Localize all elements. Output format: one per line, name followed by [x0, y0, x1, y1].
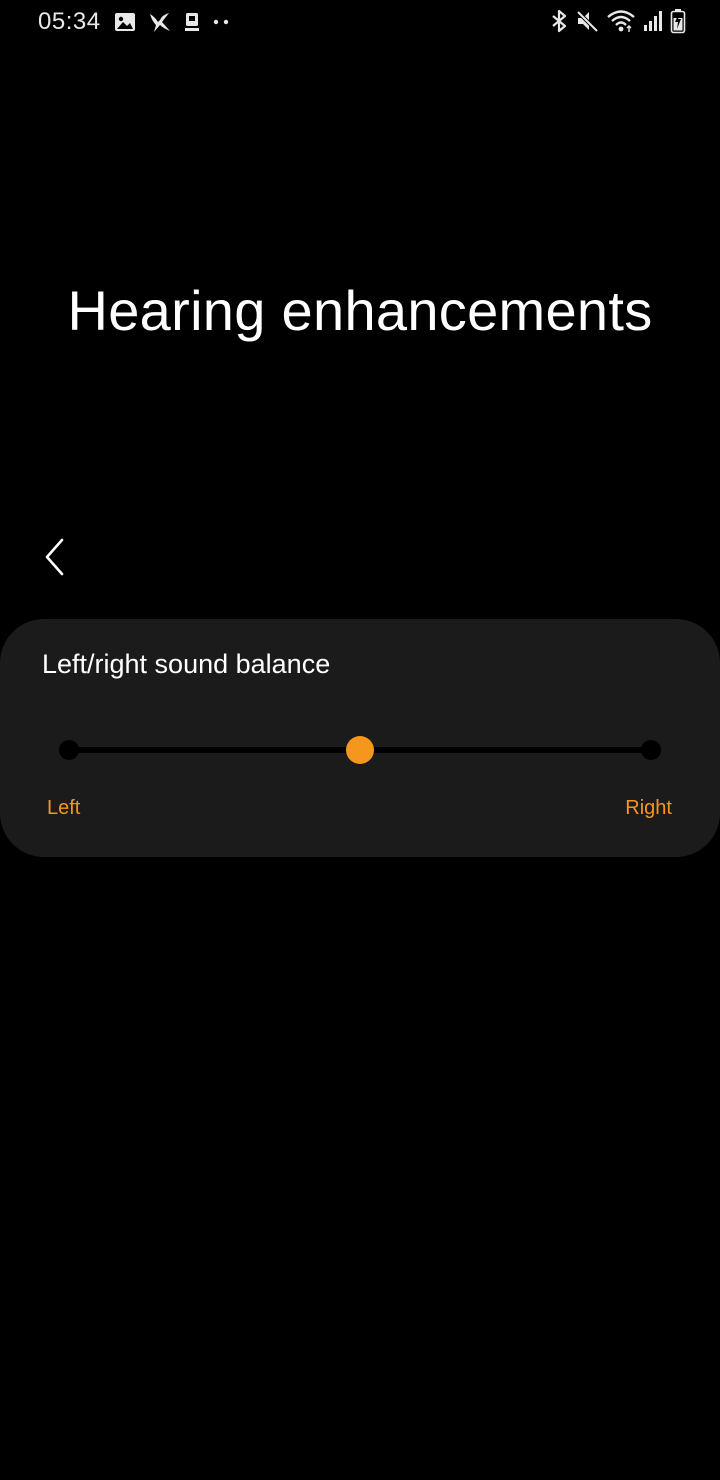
slider-left-end — [59, 740, 79, 760]
more-notifications-icon — [213, 19, 229, 25]
signal-icon — [644, 11, 662, 31]
sound-balance-card: Left/right sound balance Left Right — [0, 619, 720, 857]
back-chevron-icon — [45, 538, 64, 576]
system-icons — [550, 8, 686, 34]
bluetooth-icon — [552, 9, 567, 33]
status-time: 05:34 — [38, 8, 101, 35]
sound-balance-title: Left/right sound balance — [42, 649, 331, 679]
page-title: Hearing enhancements — [67, 279, 653, 342]
back-button[interactable] — [30, 532, 80, 582]
left-label: Left — [47, 797, 81, 819]
status-bar: 05:34 — [0, 0, 720, 44]
battery-icon — [670, 9, 686, 34]
slider-right-end — [641, 740, 661, 760]
balance-slider-thumb[interactable] — [346, 736, 374, 764]
sim-card-icon — [185, 13, 199, 31]
notification-icons — [114, 10, 230, 34]
wifi-icon — [607, 10, 635, 32]
right-label: Right — [625, 797, 672, 819]
mute-icon — [576, 10, 599, 33]
gallery-icon — [115, 13, 135, 31]
hummingbird-icon — [150, 13, 170, 32]
